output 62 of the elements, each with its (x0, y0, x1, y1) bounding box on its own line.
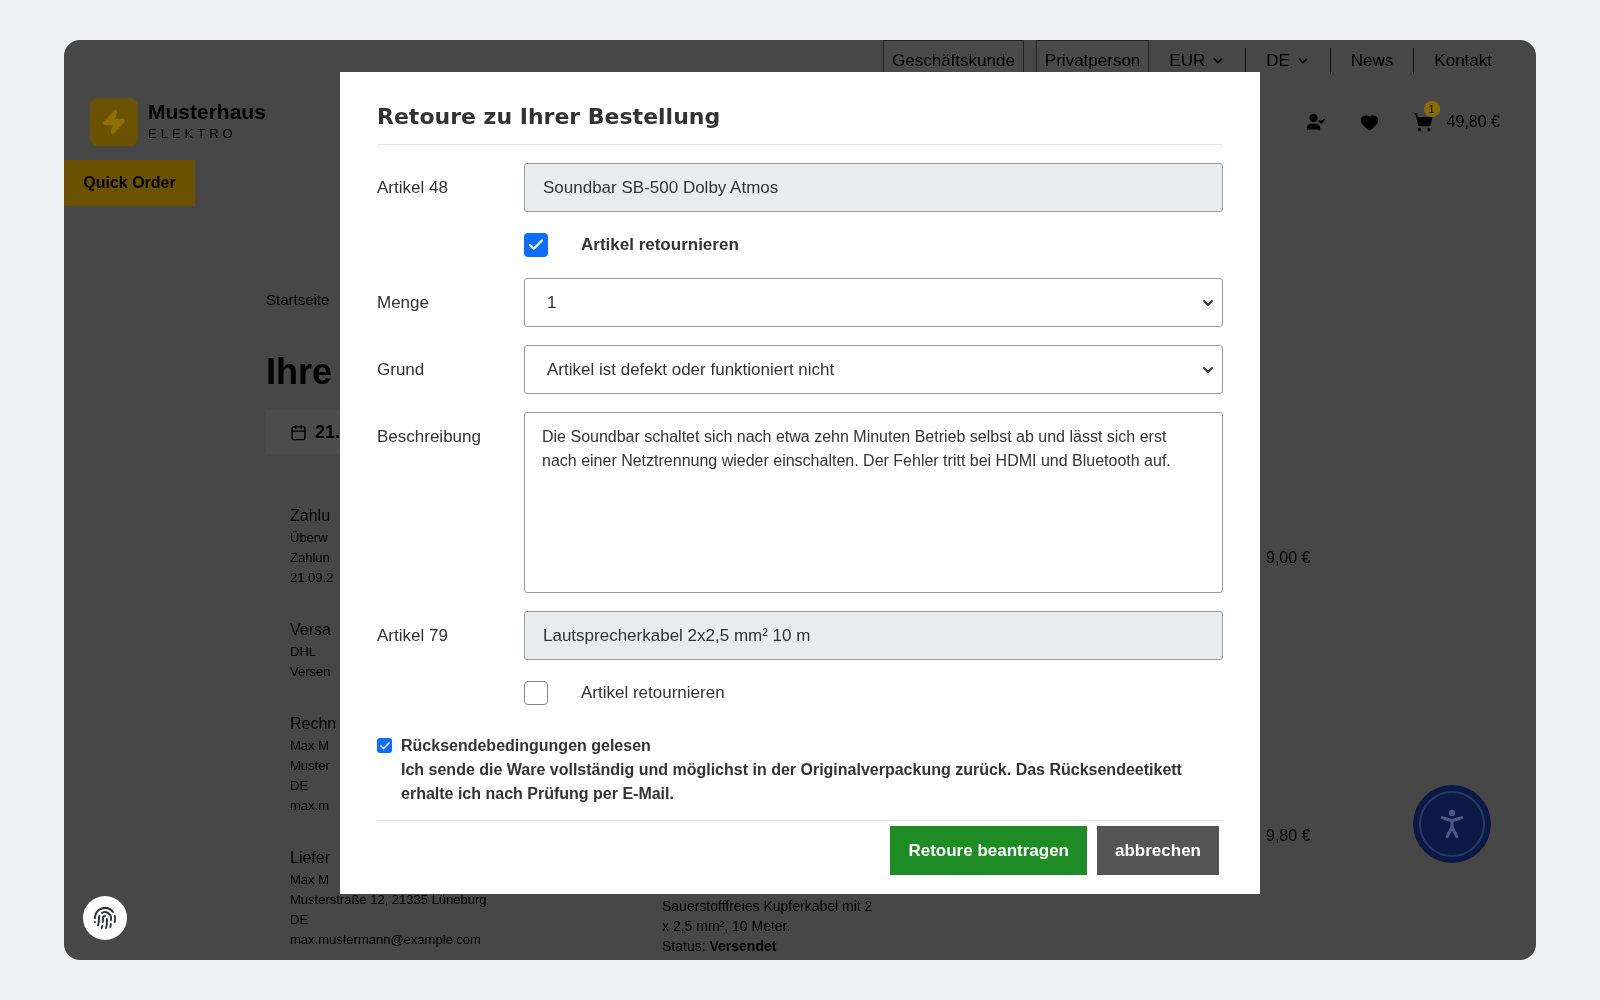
section-line: Max M (290, 737, 329, 755)
quick-order-button[interactable]: Quick Order (64, 160, 195, 206)
cart-total: 49,80 € (1446, 112, 1500, 132)
section-line: max.mustermann@example.com (290, 931, 481, 949)
section-title: Rechn (290, 714, 337, 734)
item-description: x 2,5 mm², 10 Meter. (662, 917, 791, 936)
logo-icon[interactable] (90, 98, 138, 146)
section-line: Zahlun (290, 549, 330, 567)
field-label: Menge (377, 292, 430, 314)
section-line: Überw (290, 529, 328, 547)
order-date: 21. (315, 420, 341, 444)
checkbox-label: Artikel retournieren (581, 682, 725, 705)
cancel-button[interactable]: abbrechen (1097, 826, 1219, 875)
logo-name: Musterhaus (148, 100, 266, 125)
section-line: DE (290, 777, 309, 795)
currency-dropdown[interactable]: EUR (1161, 48, 1234, 74)
item-name-field: Lautsprecherkabel 2x2,5 mm² 10 m (524, 611, 1223, 660)
user-icon[interactable] (1305, 112, 1326, 132)
checkmark-icon (378, 739, 391, 752)
cart-badge: 1 (1423, 101, 1440, 117)
nav-link[interactable]: Kontakt (1426, 48, 1500, 74)
item-description: Sauerstofffreies Kupferkabel mit 2 (662, 897, 873, 916)
breadcrumb-link[interactable]: Startseite (266, 291, 330, 308)
calendar-icon (290, 423, 307, 441)
checkbox-label: Artikel retournieren (581, 234, 739, 257)
checkbox[interactable] (524, 233, 548, 257)
checkbox[interactable] (377, 738, 392, 753)
heart-icon[interactable] (1359, 112, 1379, 132)
field-label: Grund (377, 359, 426, 381)
section-title: Liefer (290, 848, 331, 868)
section-line: Musterstraße 12, 21335 Lüneburg (290, 891, 487, 909)
fingerprint-button[interactable] (83, 896, 127, 940)
dialog-title: Retoure zu Ihrer Bestellung (377, 103, 722, 131)
language-dropdown[interactable]: DE (1258, 48, 1318, 74)
page-heading: Ihre (266, 350, 333, 394)
checkbox[interactable] (524, 681, 548, 705)
cart-icon[interactable] (1412, 112, 1433, 132)
field-label: Beschreibung (377, 426, 482, 448)
item-status: Status: Versendet (662, 937, 777, 956)
section-line: Versen (290, 663, 331, 681)
field-label: Artikel 48 (377, 177, 449, 199)
fingerprint-icon (93, 906, 117, 930)
item-price: 9,00 € (1266, 548, 1311, 568)
description-field[interactable]: Die Soundbar schaltet sich nach etwa zehn Minuten Betrieb selbst ab und lässt sich erst nach einer Netztrennung wieder einschalten. Der Fehler tritt bei HDMI und Bluetooth auf. (524, 412, 1223, 593)
select-field[interactable]: Artikel ist defekt oder funktioniert nicht (524, 345, 1223, 394)
item-name-field: Soundbar SB-500 Dolby Atmos (524, 163, 1223, 212)
select-field[interactable]: 1 (524, 278, 1223, 327)
logo-tagline: ELEKTRO (148, 125, 237, 144)
terms-text: Ich sende die Ware vollständig und möglichst in der Originalverpackung zurück. Das Rücksendeetikett erhalte ich nach Prüfung per E-Mail. (401, 760, 1183, 804)
item-price: 9,80 € (1266, 826, 1311, 846)
section-line: max.m (290, 797, 329, 815)
terms-label: Rücksendebedingungen gelesen (401, 736, 652, 756)
section-title: Versa (290, 620, 331, 640)
field-label: Artikel 79 (377, 625, 449, 647)
section-title: Zahlu (290, 506, 331, 526)
section-line: DE (290, 911, 309, 929)
section-line: Max M (290, 871, 329, 889)
nav-link[interactable]: News (1342, 48, 1402, 74)
section-line: Muster (290, 757, 330, 775)
section-line: 21.09.2 (290, 569, 334, 587)
submit-button[interactable]: Retoure beantragen (890, 826, 1087, 875)
section-line: DHL (290, 643, 316, 661)
